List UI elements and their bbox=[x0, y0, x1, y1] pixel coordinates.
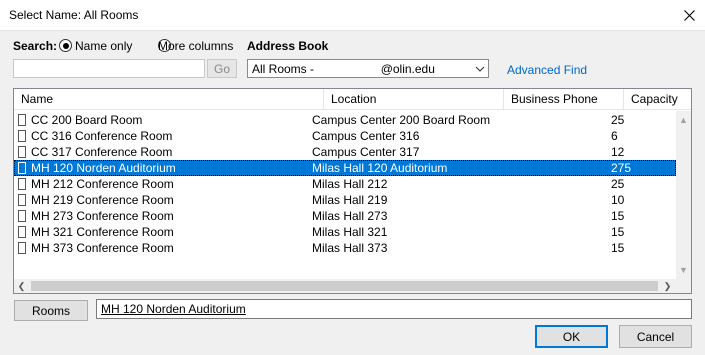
table-row-selected[interactable]: MH 120 Norden Auditorium Milas Hall 120 … bbox=[14, 160, 676, 176]
row-name: MH 212 Conference Room bbox=[31, 177, 174, 191]
chevron-down-icon bbox=[472, 66, 488, 72]
selected-room-text: MH 120 Norden Auditorium bbox=[101, 302, 246, 316]
row-capacity: 10 bbox=[611, 193, 625, 207]
rooms-button[interactable]: Rooms bbox=[14, 300, 88, 321]
scroll-right-icon[interactable]: ❯ bbox=[660, 279, 675, 293]
rooms-list[interactable]: Name Location Business Phone Capacity CC… bbox=[13, 88, 692, 294]
row-capacity: 275 bbox=[611, 161, 632, 175]
window-title: Select Name: All Rooms bbox=[9, 8, 139, 22]
row-location: Campus Center 317 bbox=[312, 145, 420, 159]
table-row[interactable]: MH 321 Conference Room Milas Hall 321 15 bbox=[14, 224, 676, 240]
scroll-up-icon[interactable]: ▲ bbox=[676, 113, 691, 127]
horizontal-scrollbar[interactable]: ❮ ❯ bbox=[14, 279, 691, 293]
room-icon bbox=[18, 242, 26, 254]
title-bar: Select Name: All Rooms bbox=[0, 0, 705, 31]
cancel-button[interactable]: Cancel bbox=[619, 325, 692, 348]
row-name: CC 317 Conference Room bbox=[31, 145, 173, 159]
row-name: MH 273 Conference Room bbox=[31, 209, 174, 223]
row-capacity: 12 bbox=[611, 145, 625, 159]
scroll-down-icon[interactable]: ▼ bbox=[676, 263, 691, 277]
table-row[interactable]: MH 273 Conference Room Milas Hall 273 15 bbox=[14, 208, 676, 224]
table-row[interactable]: MH 373 Conference Room Milas Hall 373 15 bbox=[14, 240, 676, 256]
row-location: Campus Center 316 bbox=[312, 129, 420, 143]
row-capacity: 15 bbox=[611, 209, 625, 223]
ok-button[interactable]: OK bbox=[535, 325, 608, 348]
room-icon bbox=[18, 194, 26, 206]
search-label: Search: bbox=[13, 39, 58, 53]
row-name: CC 200 Board Room bbox=[31, 113, 143, 127]
vertical-scrollbar[interactable]: ▲ ▼ bbox=[676, 111, 691, 279]
address-book-dropdown[interactable]: All Rooms - @olin.edu bbox=[247, 59, 489, 78]
rows-container: CC 200 Board Room Campus Center 200 Boar… bbox=[14, 112, 676, 256]
column-header-capacity[interactable]: Capacity bbox=[624, 89, 691, 110]
row-location: Milas Hall 212 bbox=[312, 177, 388, 191]
go-button[interactable]: Go bbox=[207, 59, 237, 78]
room-icon bbox=[18, 162, 26, 174]
row-capacity: 25 bbox=[611, 177, 625, 191]
table-row[interactable]: CC 316 Conference Room Campus Center 316… bbox=[14, 128, 676, 144]
room-icon bbox=[18, 226, 26, 238]
row-capacity: 25 bbox=[611, 113, 625, 127]
address-book-label: Address Book bbox=[247, 39, 329, 53]
table-row[interactable]: MH 212 Conference Room Milas Hall 212 25 bbox=[14, 176, 676, 192]
row-location: Milas Hall 321 bbox=[312, 225, 388, 239]
row-name: MH 373 Conference Room bbox=[31, 241, 174, 255]
room-icon bbox=[18, 114, 26, 126]
room-icon bbox=[18, 178, 26, 190]
row-capacity: 15 bbox=[611, 225, 625, 239]
more-columns-label[interactable]: More columns bbox=[158, 39, 233, 53]
room-icon bbox=[18, 130, 26, 142]
row-name: MH 219 Conference Room bbox=[31, 193, 174, 207]
table-row[interactable]: CC 200 Board Room Campus Center 200 Boar… bbox=[14, 112, 676, 128]
close-icon bbox=[683, 10, 695, 21]
row-location: Campus Center 200 Board Room bbox=[312, 113, 491, 127]
room-icon bbox=[18, 146, 26, 158]
row-name: MH 321 Conference Room bbox=[31, 225, 174, 239]
horizontal-scroll-thumb[interactable] bbox=[31, 281, 658, 291]
column-header-business-phone[interactable]: Business Phone bbox=[504, 89, 624, 110]
row-name: CC 316 Conference Room bbox=[31, 129, 173, 143]
name-only-label[interactable]: Name only bbox=[75, 39, 132, 53]
row-capacity: 6 bbox=[611, 129, 618, 143]
table-row[interactable]: MH 219 Conference Room Milas Hall 219 10 bbox=[14, 192, 676, 208]
row-location: Milas Hall 273 bbox=[312, 209, 388, 223]
row-capacity: 15 bbox=[611, 241, 625, 255]
table-row[interactable]: CC 317 Conference Room Campus Center 317… bbox=[14, 144, 676, 160]
rooms-selection-field[interactable]: MH 120 Norden Auditorium bbox=[96, 299, 692, 319]
search-input[interactable] bbox=[13, 59, 205, 78]
row-location: Milas Hall 219 bbox=[312, 193, 388, 207]
row-name: MH 120 Norden Auditorium bbox=[31, 161, 176, 175]
row-location: Milas Hall 120 Auditorium bbox=[312, 161, 448, 175]
column-header-name[interactable]: Name bbox=[14, 89, 324, 110]
advanced-find-link[interactable]: Advanced Find bbox=[507, 63, 587, 77]
room-icon bbox=[18, 210, 26, 222]
close-button[interactable] bbox=[673, 0, 705, 31]
row-location: Milas Hall 373 bbox=[312, 241, 388, 255]
scroll-left-icon[interactable]: ❮ bbox=[14, 279, 29, 293]
column-header-location[interactable]: Location bbox=[324, 89, 504, 110]
address-book-value: All Rooms - @olin.edu bbox=[252, 61, 435, 76]
name-only-radio[interactable] bbox=[59, 39, 72, 52]
list-header: Name Location Business Phone Capacity bbox=[14, 89, 691, 110]
